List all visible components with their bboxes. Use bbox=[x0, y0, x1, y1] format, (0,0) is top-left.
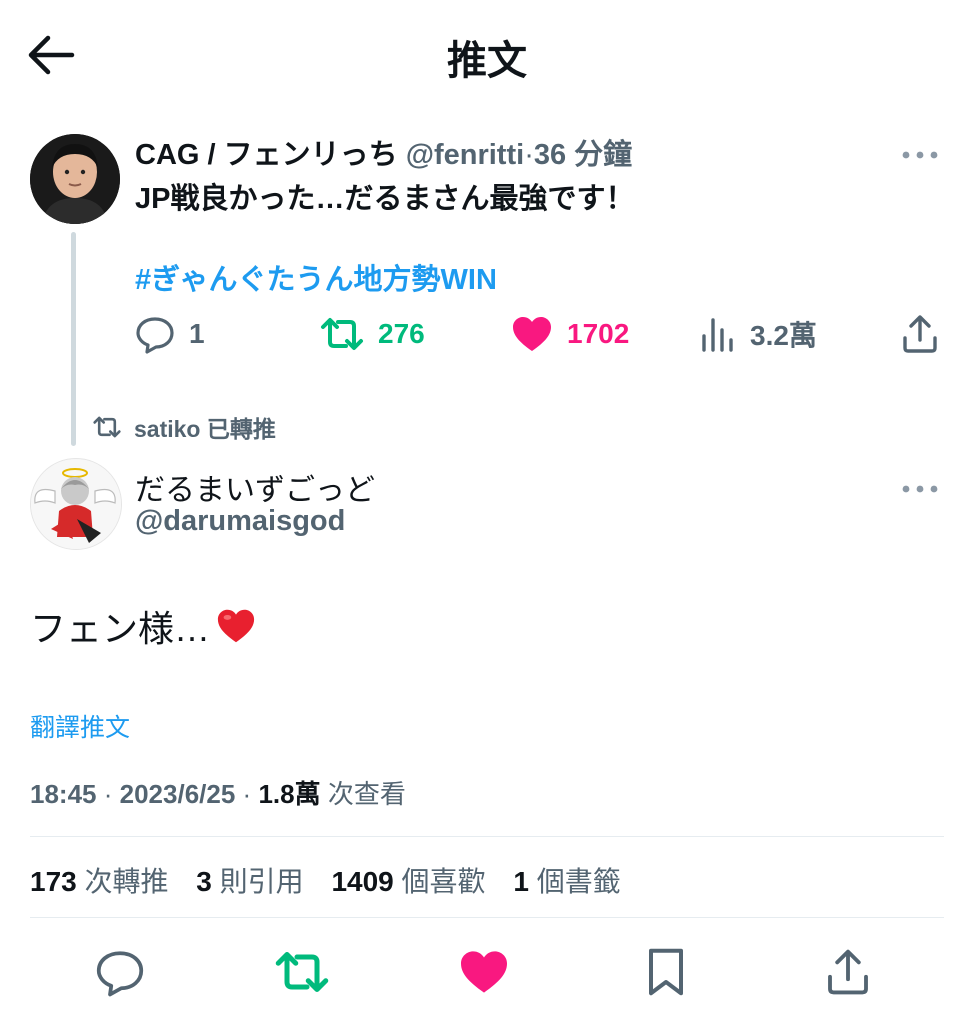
views-count: 1.8萬 bbox=[258, 779, 321, 809]
views-icon bbox=[702, 318, 733, 352]
like-count: 1702 bbox=[567, 318, 630, 349]
views-button[interactable]: 3.2萬 bbox=[700, 312, 817, 356]
share-button[interactable] bbox=[900, 312, 954, 356]
retweets-num: 173 bbox=[30, 866, 77, 897]
views-count: 3.2萬 bbox=[750, 320, 817, 351]
retweets-stat[interactable]: 173 次轉推 bbox=[30, 866, 189, 897]
avatar[interactable] bbox=[30, 134, 120, 224]
more-icon bbox=[902, 485, 938, 493]
retweet-icon bbox=[321, 318, 363, 350]
tweet-text: JP戦良かった…だるまさん最強です！ bbox=[135, 183, 635, 215]
more-button[interactable] bbox=[900, 140, 944, 164]
views-label: 次查看 bbox=[327, 779, 406, 809]
likes-label: 個喜歡 bbox=[401, 866, 486, 897]
red-heart-emoji-icon bbox=[217, 609, 255, 643]
bookmarks-label: 個書籤 bbox=[536, 866, 621, 897]
retweet-button[interactable] bbox=[274, 944, 330, 1000]
retweet-icon bbox=[275, 952, 329, 992]
tweet-text: フェン様… bbox=[30, 600, 256, 652]
handle[interactable]: @fenritti bbox=[406, 139, 525, 171]
parent-tweet-header: CAG / フェンリっち @fenritti·36 分鐘 bbox=[135, 131, 632, 173]
reply-count: 1 bbox=[189, 318, 205, 349]
separator: · bbox=[103, 779, 113, 809]
heart-icon bbox=[461, 951, 507, 993]
page-title: 推文 bbox=[447, 39, 527, 83]
quotes-num: 3 bbox=[196, 866, 212, 897]
share-icon bbox=[903, 315, 937, 353]
reply-icon bbox=[96, 951, 144, 997]
translate-link[interactable]: 翻譯推文 bbox=[30, 708, 130, 744]
tweet-date[interactable]: 2023/6/25 bbox=[120, 779, 236, 809]
retweets-label: 次轉推 bbox=[84, 866, 169, 897]
likes-num: 1409 bbox=[331, 866, 394, 897]
tweet-text-content: フェン様… bbox=[30, 608, 211, 649]
like-button[interactable] bbox=[456, 944, 512, 1000]
share-button[interactable] bbox=[820, 944, 876, 1000]
hashtag-link[interactable]: #ぎゃんぐたうん地方勢WIN bbox=[135, 256, 497, 298]
quotes-label: 則引用 bbox=[219, 866, 304, 897]
divider bbox=[30, 836, 944, 837]
retweeted-by[interactable]: satiko 已轉推 bbox=[92, 410, 276, 444]
timestamp[interactable]: 36 分鐘 bbox=[534, 139, 632, 171]
reply-icon bbox=[136, 317, 174, 354]
divider bbox=[30, 917, 944, 918]
quotes-stat[interactable]: 3 則引用 bbox=[196, 866, 323, 897]
bookmark-button[interactable] bbox=[638, 944, 694, 1000]
bookmark-icon bbox=[649, 948, 683, 996]
engagement-stats: 173 次轉推 3 則引用 1409 個喜歡 1 個書籤 bbox=[30, 860, 641, 900]
retweet-icon bbox=[93, 416, 121, 438]
share-icon bbox=[828, 949, 868, 995]
separator: · bbox=[524, 139, 534, 171]
handle[interactable]: @darumaisgod bbox=[135, 505, 345, 538]
bookmarks-stat[interactable]: 1 個書籤 bbox=[513, 866, 640, 897]
more-icon bbox=[902, 151, 938, 159]
display-name[interactable]: だるまいずごっど bbox=[135, 465, 375, 509]
like-button[interactable]: 1702 bbox=[511, 312, 629, 356]
likes-stat[interactable]: 1409 個喜歡 bbox=[331, 866, 505, 897]
separator: · bbox=[242, 779, 252, 809]
tweet-meta: 18:45 · 2023/6/25 · 1.8萬 次查看 bbox=[30, 774, 406, 811]
heart-icon bbox=[513, 317, 551, 351]
reply-button[interactable]: 1 bbox=[135, 312, 205, 356]
retweet-count: 276 bbox=[378, 318, 425, 349]
thread-line bbox=[71, 232, 76, 446]
display-name[interactable]: CAG / フェンリっち bbox=[135, 139, 398, 171]
retweeted-by-label: satiko 已轉推 bbox=[134, 416, 276, 442]
retweet-button[interactable]: 276 bbox=[320, 312, 425, 356]
avatar-photo-icon bbox=[30, 134, 120, 224]
reply-button[interactable] bbox=[92, 944, 148, 1000]
bookmarks-num: 1 bbox=[513, 866, 529, 897]
more-button[interactable] bbox=[900, 474, 944, 498]
avatar-illustration-icon bbox=[31, 459, 121, 549]
avatar[interactable] bbox=[30, 458, 122, 550]
tweet-time[interactable]: 18:45 bbox=[30, 779, 97, 809]
